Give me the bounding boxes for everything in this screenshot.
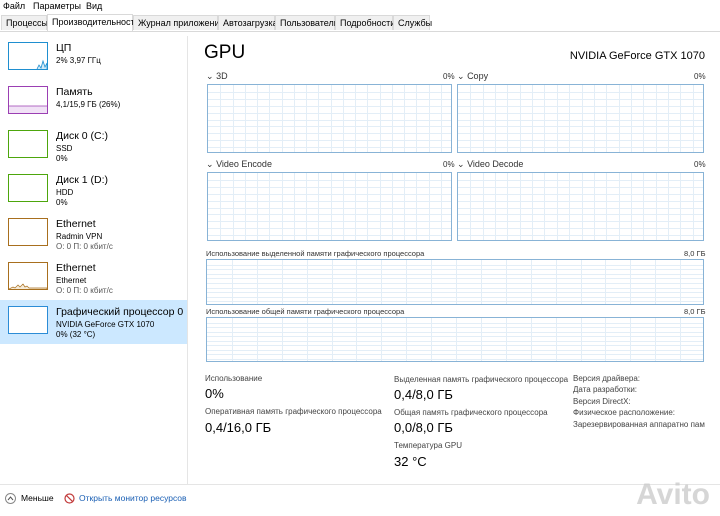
sidebar-item-sub: 2% 3,97 ГГц <box>56 56 101 65</box>
shared-memory-stat-label: Общая память графического процессора <box>394 408 548 417</box>
memory-thumbnail <box>8 86 48 114</box>
gpu-ram-value: 0,4/16,0 ГБ <box>205 420 272 435</box>
tab-processes[interactable]: Процессы <box>1 15 48 30</box>
sidebar-item-sub2: 0% (32 °C) <box>56 330 96 339</box>
driver-version-label: Версия драйвера: <box>573 374 641 383</box>
gpu-thumbnail <box>8 306 48 334</box>
gpu-model-name: NVIDIA GeForce GTX 1070 <box>569 50 705 62</box>
sidebar-item-label: Память <box>56 86 93 98</box>
sidebar-item-label: Ethernet <box>56 218 96 230</box>
tab-startup[interactable]: Автозагрузка <box>218 15 278 30</box>
sidebar-item-disk1[interactable]: Диск 1 (D:) HDD 0% <box>0 168 187 212</box>
graph-decode-grid <box>458 173 703 240</box>
chevron-up-icon[interactable] <box>5 493 16 504</box>
graph-decode <box>457 172 704 241</box>
sidebar-item-sub2: О: 0 П: 0 кбит/с <box>56 286 113 295</box>
dedicated-memory-grid <box>207 260 703 304</box>
sidebar-item-sub: NVIDIA GeForce GTX 1070 <box>56 320 155 329</box>
resource-monitor-icon <box>64 493 75 504</box>
graph-encode <box>207 172 452 241</box>
usage-label: Использование <box>205 374 263 383</box>
chevron-down-icon[interactable]: ⌄ <box>457 71 465 81</box>
tab-services[interactable]: Службы <box>393 15 432 30</box>
sidebar-item-sub2: 0% <box>56 198 68 207</box>
sidebar-item-sub: Ethernet <box>56 276 87 285</box>
graph-3d-grid <box>208 85 451 152</box>
graph-encode-pct: 0% <box>443 160 455 169</box>
dedicated-memory-graph <box>206 259 704 305</box>
sidebar-item-memory[interactable]: Память 4,1/15,9 ГБ (26%) <box>0 80 187 124</box>
dedicated-memory-label: Использование выделенной памяти графичес… <box>206 249 425 258</box>
sidebar-item-label: Графический процессор 0 <box>56 306 184 318</box>
open-resource-monitor-link[interactable]: Открыть монитор ресурсов <box>79 493 187 503</box>
hardware-reserved-label: Зарезервированная аппаратно пам <box>573 420 705 429</box>
graph-copy-pct: 0% <box>694 72 706 81</box>
tab-app-history[interactable]: Журнал приложений <box>133 15 225 30</box>
sidebar-item-ethernet-vpn[interactable]: Ethernet Radmin VPN О: 0 П: 0 кбит/с <box>0 212 187 256</box>
gpu-temp-value: 32 °C <box>394 454 427 469</box>
ethernet-vpn-thumbnail <box>8 218 48 246</box>
graph-copy-label: ⌄ Copy <box>457 71 489 81</box>
ethernet-thumbnail <box>8 262 48 290</box>
menu-options[interactable]: Параметры <box>33 1 81 11</box>
avito-watermark: Avito <box>636 478 710 511</box>
graph-decode-pct: 0% <box>694 160 706 169</box>
dedicated-memory-stat-value: 0,4/8,0 ГБ <box>394 387 453 402</box>
dedicated-memory-stat-label: Выделенная память графического процессор… <box>394 375 569 384</box>
graph-3d <box>207 84 452 153</box>
disk0-thumbnail <box>8 130 48 158</box>
tab-users[interactable]: Пользователи <box>275 15 339 30</box>
graph-3d-label: ⌄ 3D <box>206 71 228 81</box>
sidebar-item-sub: Radmin VPN <box>56 232 103 241</box>
shared-memory-max: 8,0 ГБ <box>684 307 706 316</box>
chevron-down-icon[interactable]: ⌄ <box>206 71 214 81</box>
tab-performance[interactable]: Производительность <box>47 14 139 31</box>
graph-copy-grid <box>458 85 703 152</box>
sidebar-item-sub: HDD <box>56 188 74 197</box>
cpu-thumbnail <box>8 42 48 70</box>
sidebar-item-sub: 4,1/15,9 ГБ (26%) <box>56 100 121 109</box>
gpu-ram-label: Оперативная память графического процессо… <box>205 407 382 416</box>
footer: Меньше Открыть монитор ресурсов <box>0 484 720 516</box>
graph-encode-label: ⌄ Video Encode <box>206 159 272 169</box>
sidebar-item-cpu[interactable]: ЦП 2% 3,97 ГГц <box>0 36 187 80</box>
sidebar-item-label: ЦП <box>56 42 72 54</box>
fewer-details-link[interactable]: Меньше <box>21 493 54 503</box>
gpu-temp-label: Температура GPU <box>394 441 463 450</box>
sidebar-item-gpu[interactable]: Графический процессор 0 NVIDIA GeForce G… <box>0 300 187 344</box>
disk1-thumbnail <box>8 174 48 202</box>
shared-memory-stat-value: 0,0/8,0 ГБ <box>394 420 453 435</box>
graph-3d-pct: 0% <box>443 72 455 81</box>
tab-details[interactable]: Подробности <box>335 15 395 30</box>
chevron-down-icon[interactable]: ⌄ <box>206 159 214 169</box>
sidebar-item-sub2: 0% <box>56 154 68 163</box>
menu-bar: Файл Параметры Вид <box>0 0 720 14</box>
physical-location-label: Физическое расположение: <box>573 408 675 417</box>
sidebar-item-sub: SSD <box>56 144 73 153</box>
menu-file[interactable]: Файл <box>3 1 25 11</box>
driver-date-label: Дата разработки: <box>573 385 638 394</box>
chevron-down-icon[interactable]: ⌄ <box>457 159 465 169</box>
dedicated-memory-max: 8,0 ГБ <box>684 249 706 258</box>
sidebar-item-sub2: О: 0 П: 0 кбит/с <box>56 242 113 251</box>
sidebar-item-ethernet[interactable]: Ethernet Ethernet О: 0 П: 0 кбит/с <box>0 256 187 300</box>
sidebar: ЦП 2% 3,97 ГГц Память 4,1/15,9 ГБ (26%) … <box>0 36 188 484</box>
sidebar-item-disk0[interactable]: Диск 0 (C:) SSD 0% <box>0 124 187 168</box>
sidebar-item-label: Ethernet <box>56 262 96 274</box>
page-title: GPU <box>204 42 246 63</box>
usage-value: 0% <box>205 386 224 401</box>
tab-bar: Процессы Производительность Журнал прило… <box>0 14 720 32</box>
shared-memory-graph <box>206 317 704 362</box>
shared-memory-label: Использование общей памяти графического … <box>206 307 405 316</box>
sidebar-item-label: Диск 0 (C:) <box>56 130 108 142</box>
shared-memory-grid <box>207 318 703 361</box>
graph-decode-label: ⌄ Video Decode <box>457 159 524 169</box>
sidebar-item-label: Диск 1 (D:) <box>56 174 108 186</box>
graph-copy <box>457 84 704 153</box>
directx-version-label: Версия DirectX: <box>573 397 631 406</box>
menu-view[interactable]: Вид <box>86 1 102 11</box>
graph-encode-grid <box>208 173 451 240</box>
